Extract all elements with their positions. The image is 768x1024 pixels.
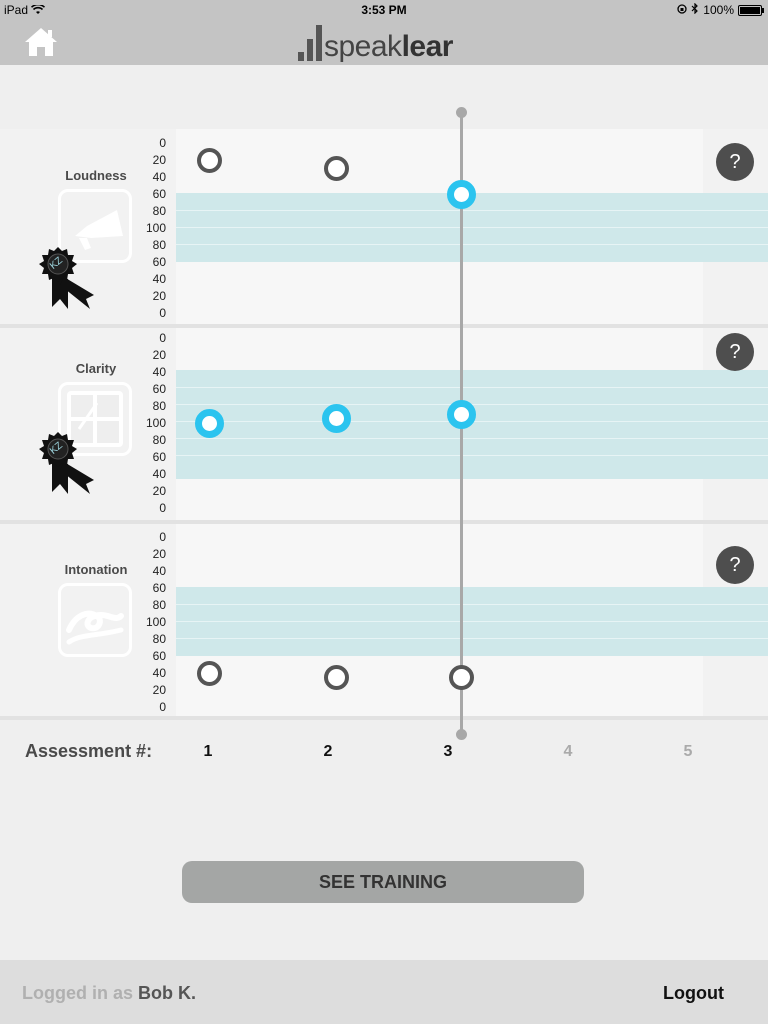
data-point-intonation-1[interactable] (196, 660, 222, 686)
footer-bar: Logged in as Bob K. Logout (0, 960, 768, 1024)
data-point-intonation-2[interactable] (323, 664, 349, 690)
orientation-lock-icon (677, 3, 687, 17)
home-button[interactable] (24, 26, 58, 58)
logo-text: speaklear (324, 30, 453, 64)
assessment-line-handle-bottom[interactable] (456, 729, 467, 740)
logged-in-text: Logged in as Bob K. (22, 983, 196, 1004)
y-tick: 60 (152, 187, 166, 201)
y-tick: 40 (152, 666, 166, 680)
y-tick: 20 (152, 683, 166, 697)
y-tick: 100 (145, 221, 166, 235)
assessment-line-handle-top[interactable] (456, 107, 467, 118)
y-tick: 20 (152, 153, 166, 167)
data-point-intonation-3[interactable] (448, 664, 474, 690)
user-name: Bob K. (138, 983, 197, 1003)
assessment-number-2[interactable]: 2 (318, 743, 338, 761)
bluetooth-icon (691, 2, 699, 17)
award-ribbon-icon: KZ (38, 430, 100, 502)
y-tick: 60 (152, 581, 166, 595)
plot-area-clarity-bottom (176, 479, 703, 521)
plot-area-clarity-top (176, 328, 703, 370)
y-tick: 80 (152, 433, 166, 447)
assessment-number-5: 5 (683, 743, 693, 760)
logout-button[interactable]: Logout (663, 983, 724, 1004)
y-tick: 80 (152, 632, 166, 646)
assessment-label: Assessment #: (25, 741, 153, 761)
y-tick: 60 (152, 649, 166, 663)
see-training-button[interactable]: SEE TRAINING (182, 861, 584, 903)
y-tick: 0 (159, 501, 166, 515)
y-tick: 20 (152, 484, 166, 498)
y-tick: 20 (152, 348, 166, 362)
y-tick: 0 (159, 306, 166, 320)
category-label-intonation: Intonation (64, 562, 128, 577)
y-tick: 40 (152, 272, 166, 286)
y-tick: 60 (152, 450, 166, 464)
y-tick: 60 (152, 255, 166, 269)
plot-area-loudness-top (176, 129, 703, 193)
help-button-clarity[interactable]: ? (716, 333, 754, 371)
y-tick: 0 (159, 331, 166, 345)
help-button-intonation[interactable]: ? (716, 546, 754, 584)
y-tick: 100 (145, 615, 166, 629)
data-point-loudness-2[interactable] (323, 156, 349, 181)
logged-in-prefix: Logged in as (22, 983, 134, 1003)
y-scale-loudness: 0 20 40 60 80 100 80 60 40 20 0 (140, 136, 166, 320)
assessment-row: Assessment #: 1 2 3 4 5 (0, 741, 768, 763)
y-tick: 80 (152, 238, 166, 252)
target-band-intonation (176, 587, 768, 656)
plot-area-intonation-bottom (176, 656, 703, 717)
battery-icon (738, 4, 764, 16)
y-scale-clarity: 0 20 40 60 80 100 80 60 40 20 0 (140, 331, 166, 515)
y-tick: 20 (152, 547, 166, 561)
y-tick: 0 (159, 530, 166, 544)
y-tick: 0 (159, 700, 166, 714)
y-tick: 0 (159, 136, 166, 150)
category-label-loudness: Loudness (65, 168, 127, 183)
category-label-clarity: Clarity (75, 361, 117, 376)
status-time: 3:53 PM (361, 3, 407, 17)
assessment-number-3[interactable]: 3 (438, 743, 458, 761)
plot-area-loudness-bottom (176, 262, 703, 325)
battery-percent: 100% (703, 3, 734, 17)
nav-bar: speaklear (0, 20, 768, 65)
data-point-clarity-3[interactable] (446, 400, 476, 429)
panel-divider (0, 716, 768, 720)
plot-area-intonation-top (176, 524, 703, 587)
status-bar: iPad 3:53 PM 100% (0, 0, 768, 20)
data-point-clarity-1[interactable] (194, 408, 224, 438)
help-button-loudness[interactable]: ? (716, 143, 754, 181)
y-scale-intonation: 0 20 40 60 80 100 80 60 40 20 0 (140, 530, 166, 714)
logo-text-light: speak (324, 30, 402, 63)
logo-text-bold: lear (401, 30, 454, 63)
y-tick: 40 (152, 467, 166, 481)
assessment-number-1[interactable]: 1 (198, 743, 218, 761)
y-tick: 80 (152, 399, 166, 413)
y-tick: 60 (152, 382, 166, 396)
data-point-loudness-1[interactable] (196, 147, 222, 173)
logo-bars-icon (298, 25, 322, 61)
status-right: 100% (677, 2, 764, 17)
award-ribbon-icon: KZ (38, 245, 100, 317)
data-point-loudness-3[interactable] (446, 179, 476, 209)
data-point-clarity-2[interactable] (321, 404, 351, 434)
home-icon (25, 28, 57, 56)
y-tick: 80 (152, 598, 166, 612)
y-tick: 20 (152, 289, 166, 303)
speaklear-logo: speaklear (298, 22, 453, 64)
assessment-number-4: 4 (563, 743, 573, 760)
y-tick: 100 (145, 416, 166, 430)
wave-icon (58, 583, 132, 657)
y-tick: 80 (152, 204, 166, 218)
